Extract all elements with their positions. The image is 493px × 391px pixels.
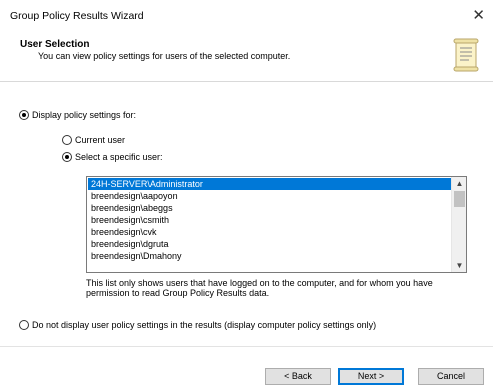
list-item[interactable]: breendesign\cvk — [88, 226, 451, 238]
wizard-header: User Selection You can view policy setti… — [0, 30, 493, 82]
vertical-scrollbar[interactable]: ▲ ▼ — [451, 177, 466, 272]
page-subtitle: You can view policy settings for users o… — [38, 51, 291, 61]
radio-display-circle[interactable] — [19, 110, 29, 120]
background-window-title: - - - - - — [30, 0, 52, 2]
no-display-label: Do not display user policy settings in t… — [32, 320, 377, 330]
list-item[interactable]: breendesign\dgruta — [88, 238, 451, 250]
scroll-thumb[interactable] — [454, 191, 465, 207]
display-policy-radio[interactable]: Display policy settings for: — [19, 110, 136, 120]
current-user-label: Current user — [75, 135, 126, 145]
wizard-document-icon — [453, 38, 479, 72]
display-policy-label: Display policy settings for: — [32, 110, 137, 120]
back-button[interactable]: < Back — [265, 368, 331, 385]
list-item[interactable]: breendesign\Dmahony — [88, 250, 451, 262]
close-icon[interactable]: ✕ — [472, 7, 485, 25]
page-title: User Selection — [20, 39, 90, 50]
radio-no-display-circle[interactable] — [19, 320, 29, 330]
wizard-footer: < Back Next > Cancel — [0, 346, 493, 391]
user-listbox[interactable]: 24H-SERVER\Administrator breendesign\aap… — [86, 176, 467, 273]
title-bar: Group Policy Results Wizard ✕ — [0, 4, 493, 30]
radio-current-user-circle[interactable] — [62, 135, 72, 145]
current-user-radio[interactable]: Current user — [62, 135, 125, 145]
radio-specific-user-circle[interactable] — [62, 152, 72, 162]
user-list-note: This list only shows users that have log… — [86, 278, 433, 298]
user-list-items: 24H-SERVER\Administrator breendesign\aap… — [88, 178, 451, 262]
wizard-body: Display policy settings for: Current use… — [0, 83, 493, 346]
no-display-radio[interactable]: Do not display user policy settings in t… — [19, 320, 376, 330]
list-item[interactable]: breendesign\csmith — [88, 214, 451, 226]
next-button[interactable]: Next > — [338, 368, 404, 385]
scroll-down-icon[interactable]: ▼ — [452, 259, 466, 272]
scroll-up-icon[interactable]: ▲ — [452, 177, 466, 190]
list-item[interactable]: 24H-SERVER\Administrator — [88, 178, 451, 190]
specific-user-radio[interactable]: Select a specific user: — [62, 152, 163, 162]
specific-user-label: Select a specific user: — [75, 152, 163, 162]
list-item[interactable]: breendesign\abeggs — [88, 202, 451, 214]
list-item[interactable]: breendesign\aapoyon — [88, 190, 451, 202]
window-title: Group Policy Results Wizard — [10, 10, 144, 22]
cancel-button[interactable]: Cancel — [418, 368, 484, 385]
